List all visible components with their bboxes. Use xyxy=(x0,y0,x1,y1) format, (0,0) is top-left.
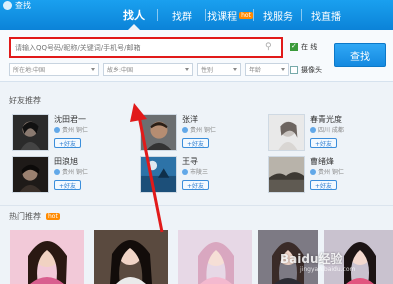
friend-name[interactable]: 张洋 xyxy=(182,114,198,125)
friend-location: 贵州 铜仁 xyxy=(62,169,88,176)
avatar xyxy=(12,114,49,151)
camera-filter[interactable]: 摄像头 xyxy=(290,65,322,75)
friends-section-title: 好友推荐 xyxy=(9,95,41,106)
add-friend-button[interactable]: +好友 xyxy=(310,180,337,190)
hot-photo[interactable] xyxy=(178,230,252,284)
tab-find-course[interactable]: 找课程 hot xyxy=(206,0,254,30)
friend-location: 贵州 铜仁 xyxy=(62,127,88,134)
friend-info: 贵州 铜仁 xyxy=(54,125,88,134)
male-icon xyxy=(182,168,188,175)
add-friend-button[interactable]: +好友 xyxy=(182,180,209,190)
add-friend-button[interactable]: +好友 xyxy=(54,180,81,190)
tab-bar: 找人 找群 找课程 hot 找服务 找直播 xyxy=(110,0,350,30)
window-title: 查找 xyxy=(3,0,31,11)
chevron-down-icon xyxy=(233,68,237,71)
gender-select-value: 性别 xyxy=(201,67,214,74)
tab-label: 找群 xyxy=(172,11,192,23)
add-friend-button[interactable]: +好友 xyxy=(310,138,337,148)
window-title-text: 查找 xyxy=(15,1,31,10)
tab-label: 找人 xyxy=(123,9,145,22)
watermark-url: jingyan.baidu.com xyxy=(300,266,356,273)
friend-name[interactable]: 春青光度 xyxy=(310,114,342,125)
friend-card[interactable]: 沈田君一 贵州 铜仁 +好友 xyxy=(12,114,122,154)
divider xyxy=(0,205,393,206)
age-select-value: 年龄 xyxy=(249,67,262,74)
title-bar: 查找 找人 找群 找课程 hot 找服务 找直播 xyxy=(0,0,393,30)
search-input[interactable] xyxy=(11,39,251,56)
friend-location: 四川 成都 xyxy=(318,127,344,134)
friend-name[interactable]: 曹绪烽 xyxy=(310,156,334,167)
hot-photo[interactable] xyxy=(10,230,84,284)
friend-name[interactable]: 沈田君一 xyxy=(54,114,86,125)
age-select[interactable]: 年龄 xyxy=(245,63,289,76)
add-friend-button[interactable]: +好友 xyxy=(54,138,81,148)
hot-section-title: 热门推荐 hot xyxy=(9,211,60,222)
friend-location: 贵州 铜仁 xyxy=(318,169,344,176)
online-checkbox[interactable] xyxy=(290,42,298,51)
friends-section-label: 好友推荐 xyxy=(9,96,41,105)
friend-info: 贵州 铜仁 xyxy=(310,167,344,176)
friend-name[interactable]: 田浪旭 xyxy=(54,156,78,167)
location-select[interactable]: 所在地:中国 xyxy=(9,63,99,76)
chevron-down-icon xyxy=(91,68,95,71)
qq-logo-icon xyxy=(3,1,12,10)
camera-checkbox[interactable] xyxy=(290,66,298,74)
friend-card[interactable]: 曹绪烽 贵州 铜仁 +好友 xyxy=(268,156,378,196)
hometown-select[interactable]: 故乡:中国 xyxy=(103,63,193,76)
male-icon xyxy=(310,168,316,175)
friend-card[interactable]: 田浪旭 贵州 铜仁 +好友 xyxy=(12,156,122,196)
friend-card[interactable]: 王寻 市陵三 +好友 xyxy=(140,156,250,196)
avatar xyxy=(12,156,49,193)
friend-info: 贵州 铜仁 xyxy=(54,167,88,176)
friend-name[interactable]: 王寻 xyxy=(182,156,198,167)
friend-info: 市陵三 xyxy=(182,167,208,176)
hometown-select-value: 故乡:中国 xyxy=(107,67,134,74)
chevron-down-icon xyxy=(185,68,189,71)
avatar xyxy=(268,156,305,193)
tab-find-people[interactable]: 找人 xyxy=(110,0,158,30)
male-icon xyxy=(310,126,316,133)
tab-label: 找直播 xyxy=(311,11,341,23)
hot-section-label: 热门推荐 xyxy=(9,212,41,221)
location-select-value: 所在地:中国 xyxy=(13,67,46,74)
avatar xyxy=(268,114,305,151)
male-icon xyxy=(182,126,188,133)
avatar xyxy=(140,114,177,151)
location-pin-icon[interactable]: ⚲ xyxy=(265,42,273,52)
search-box-highlight: ⚲ xyxy=(9,37,283,58)
hot-photo[interactable] xyxy=(94,230,168,284)
tab-find-live[interactable]: 找直播 xyxy=(302,0,350,30)
friend-location: 贵州 铜仁 xyxy=(190,127,216,134)
online-label: 在 线 xyxy=(301,43,318,51)
friend-info: 四川 成都 xyxy=(310,125,344,134)
friend-location: 市陵三 xyxy=(190,169,209,176)
hot-badge: hot xyxy=(239,11,253,19)
hot-badge: hot xyxy=(46,213,60,220)
chevron-down-icon xyxy=(281,68,285,71)
avatar xyxy=(140,156,177,193)
camera-label: 摄像头 xyxy=(301,66,322,74)
tab-label: 找课程 xyxy=(207,11,238,23)
male-icon xyxy=(54,168,60,175)
search-button[interactable]: 查找 xyxy=(334,43,386,67)
gender-select[interactable]: 性别 xyxy=(197,63,241,76)
friend-card[interactable]: 张洋 贵州 铜仁 +好友 xyxy=(140,114,250,154)
add-friend-button[interactable]: +好友 xyxy=(182,138,209,148)
tab-find-group[interactable]: 找群 xyxy=(158,0,206,30)
filter-row: 所在地:中国 故乡:中国 性别 年龄 xyxy=(9,63,289,76)
male-icon xyxy=(54,126,60,133)
online-filter[interactable]: 在 线 xyxy=(290,42,317,52)
friend-card[interactable]: 春青光度 四川 成都 +好友 xyxy=(268,114,378,154)
tab-find-service[interactable]: 找服务 xyxy=(254,0,302,30)
tab-label: 找服务 xyxy=(263,11,293,23)
watermark: Baidu经验 xyxy=(280,252,343,266)
friend-info: 贵州 铜仁 xyxy=(182,125,216,134)
